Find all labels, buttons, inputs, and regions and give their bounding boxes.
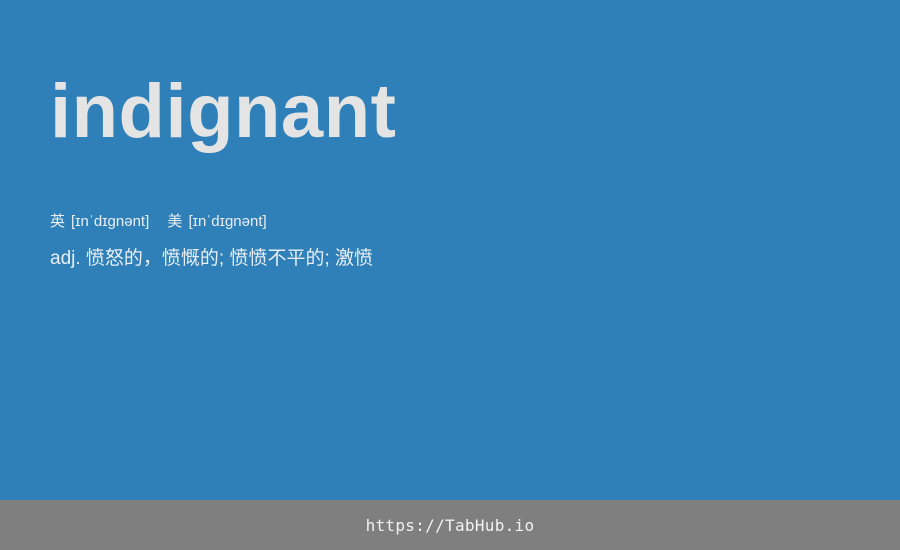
uk-label: 英 (50, 213, 66, 230)
us-label: 美 (167, 213, 183, 230)
headword: indignant (50, 69, 397, 154)
word-card: indignant 英 [ɪnˈdɪɡnənt] 美 [ɪnˈdɪɡnənt] ad… (0, 0, 900, 500)
pronunciation-row: 英 [ɪnˈdɪɡnənt] 美 [ɪnˈdɪɡnənt] (50, 212, 281, 232)
definition-text: adj. 愤怒的，愤慨的; 愤愤不平的; 激愤 (50, 248, 374, 269)
tabhub-link[interactable]: https://TabHub.io (366, 516, 535, 535)
uk-pronunciation: 英 [ɪnˈdɪɡnənt] (50, 212, 149, 232)
uk-ipa: [ɪnˈdɪɡnənt] (71, 213, 150, 230)
us-ipa: [ɪnˈdɪɡnənt] (188, 213, 267, 230)
us-pronunciation: 美 [ɪnˈdɪɡnənt] (167, 212, 266, 232)
footer-bar: https://TabHub.io (0, 500, 900, 550)
